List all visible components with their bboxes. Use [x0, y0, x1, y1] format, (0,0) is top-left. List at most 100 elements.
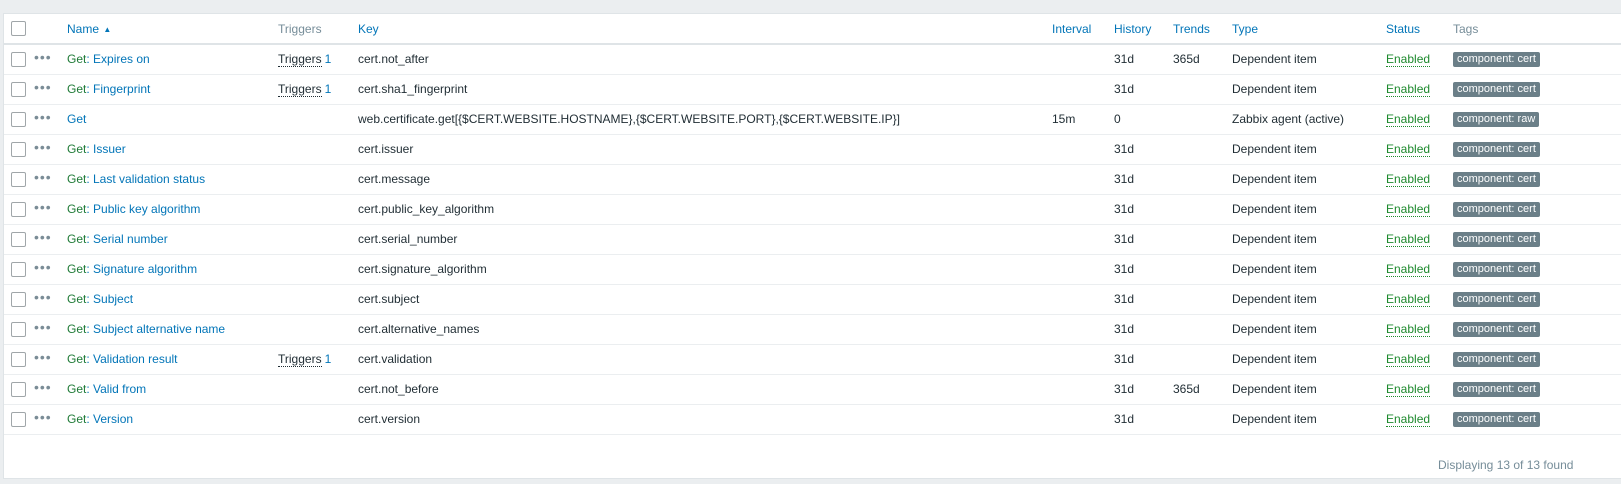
header-key[interactable]: Key: [358, 14, 1052, 45]
item-name-link[interactable]: : Validation result: [86, 352, 177, 366]
row-select-cell[interactable]: [4, 194, 34, 225]
row-actions-cell[interactable]: •••: [34, 104, 67, 135]
row-checkbox[interactable]: [11, 231, 26, 247]
row-actions-cell[interactable]: •••: [34, 314, 67, 345]
item-prototype-link[interactable]: Get: [67, 82, 86, 96]
row-checkbox[interactable]: [11, 51, 26, 67]
status-toggle-link[interactable]: Enabled: [1386, 382, 1431, 397]
header-status[interactable]: Status: [1386, 14, 1453, 45]
row-select-cell[interactable]: [4, 104, 34, 135]
more-horizontal-icon[interactable]: •••: [34, 169, 52, 185]
row-actions-cell[interactable]: •••: [34, 44, 67, 75]
tag-badge[interactable]: component: cert: [1453, 352, 1540, 367]
more-horizontal-icon[interactable]: •••: [34, 319, 52, 335]
row-actions-cell[interactable]: •••: [34, 374, 67, 405]
more-horizontal-icon[interactable]: •••: [34, 409, 52, 425]
tag-badge[interactable]: component: raw: [1453, 112, 1540, 127]
more-horizontal-icon[interactable]: •••: [34, 379, 52, 395]
status-toggle-link[interactable]: Enabled: [1386, 52, 1431, 68]
more-horizontal-icon[interactable]: •••: [34, 229, 52, 245]
status-toggle-link[interactable]: Enabled: [1386, 232, 1431, 247]
status-toggle-link[interactable]: Enabled: [1386, 142, 1431, 157]
row-actions-cell[interactable]: •••: [34, 254, 67, 285]
row-checkbox[interactable]: [11, 201, 26, 217]
row-actions-cell[interactable]: •••: [34, 164, 67, 195]
status-toggle-link[interactable]: Enabled: [1386, 262, 1431, 277]
more-horizontal-icon[interactable]: •••: [34, 199, 52, 215]
tag-badge[interactable]: component: cert: [1453, 82, 1540, 97]
tag-badge[interactable]: component: cert: [1453, 142, 1540, 157]
header-trends[interactable]: Trends: [1173, 14, 1232, 45]
row-select-cell[interactable]: [4, 44, 34, 75]
item-name-link[interactable]: : Fingerprint: [86, 82, 150, 96]
item-name-link[interactable]: : Signature algorithm: [86, 262, 197, 276]
row-select-cell[interactable]: [4, 164, 34, 195]
header-history[interactable]: History: [1114, 14, 1173, 45]
triggers-link[interactable]: Triggers: [278, 82, 322, 97]
item-prototype-link[interactable]: Get: [67, 172, 86, 186]
row-checkbox[interactable]: [11, 411, 26, 427]
header-type[interactable]: Type: [1232, 14, 1386, 45]
tag-badge[interactable]: component: cert: [1453, 382, 1540, 397]
item-prototype-link[interactable]: Get: [67, 412, 86, 426]
item-prototype-link[interactable]: Get: [67, 382, 86, 396]
more-horizontal-icon[interactable]: •••: [34, 109, 52, 125]
row-select-cell[interactable]: [4, 254, 34, 285]
header-name[interactable]: Name ▲: [67, 14, 278, 45]
more-horizontal-icon[interactable]: •••: [34, 49, 52, 65]
more-horizontal-icon[interactable]: •••: [34, 259, 52, 275]
row-checkbox[interactable]: [11, 111, 26, 127]
item-name-link[interactable]: : Last validation status: [86, 172, 205, 186]
item-prototype-link[interactable]: Get: [67, 262, 86, 276]
row-checkbox[interactable]: [11, 351, 26, 367]
item-name-link[interactable]: : Serial number: [86, 232, 167, 246]
row-select-cell[interactable]: [4, 74, 34, 105]
item-name-link[interactable]: : Subject alternative name: [86, 322, 225, 336]
more-horizontal-icon[interactable]: •••: [34, 139, 52, 155]
status-toggle-link[interactable]: Enabled: [1386, 412, 1431, 427]
sort-by-name-link[interactable]: Name ▲: [67, 22, 111, 36]
header-select-all[interactable]: [4, 14, 34, 45]
item-prototype-link[interactable]: Get: [67, 202, 86, 216]
more-horizontal-icon[interactable]: •••: [34, 289, 52, 305]
item-prototype-link[interactable]: Get: [67, 352, 86, 366]
row-checkbox[interactable]: [11, 81, 26, 97]
row-select-cell[interactable]: [4, 134, 34, 165]
row-select-cell[interactable]: [4, 314, 34, 345]
tag-badge[interactable]: component: cert: [1453, 232, 1540, 247]
row-select-cell[interactable]: [4, 284, 34, 315]
item-prototype-link[interactable]: Get: [67, 322, 86, 336]
row-select-cell[interactable]: [4, 224, 34, 255]
row-select-cell[interactable]: [4, 404, 34, 435]
item-name-link[interactable]: : Public key algorithm: [86, 202, 200, 216]
row-select-cell[interactable]: [4, 344, 34, 375]
row-actions-cell[interactable]: •••: [34, 344, 67, 375]
row-checkbox[interactable]: [11, 171, 26, 187]
row-actions-cell[interactable]: •••: [34, 224, 67, 255]
item-name-link[interactable]: : Version: [86, 412, 133, 426]
header-interval[interactable]: Interval: [1052, 14, 1114, 45]
row-checkbox[interactable]: [11, 381, 26, 397]
row-actions-cell[interactable]: •••: [34, 194, 67, 225]
row-checkbox[interactable]: [11, 141, 26, 157]
tag-badge[interactable]: component: cert: [1453, 322, 1540, 337]
tag-badge[interactable]: component: cert: [1453, 292, 1540, 307]
item-prototype-link[interactable]: Get: [67, 52, 86, 66]
status-toggle-link[interactable]: Enabled: [1386, 172, 1431, 187]
status-toggle-link[interactable]: Enabled: [1386, 352, 1431, 367]
tag-badge[interactable]: component: cert: [1453, 202, 1540, 217]
item-name-link[interactable]: : Valid from: [86, 382, 146, 396]
status-toggle-link[interactable]: Enabled: [1386, 202, 1431, 217]
row-actions-cell[interactable]: •••: [34, 404, 67, 435]
triggers-link[interactable]: Triggers: [278, 52, 322, 68]
item-prototype-link[interactable]: Get: [67, 292, 86, 306]
status-toggle-link[interactable]: Enabled: [1386, 292, 1431, 307]
item-name-link[interactable]: : Subject: [86, 292, 133, 306]
tag-badge[interactable]: component: cert: [1453, 172, 1540, 187]
status-toggle-link[interactable]: Enabled: [1386, 112, 1431, 127]
row-checkbox[interactable]: [11, 321, 26, 337]
tag-badge[interactable]: component: cert: [1453, 412, 1540, 427]
status-toggle-link[interactable]: Enabled: [1386, 82, 1431, 97]
row-checkbox[interactable]: [11, 261, 26, 277]
row-actions-cell[interactable]: •••: [34, 284, 67, 315]
